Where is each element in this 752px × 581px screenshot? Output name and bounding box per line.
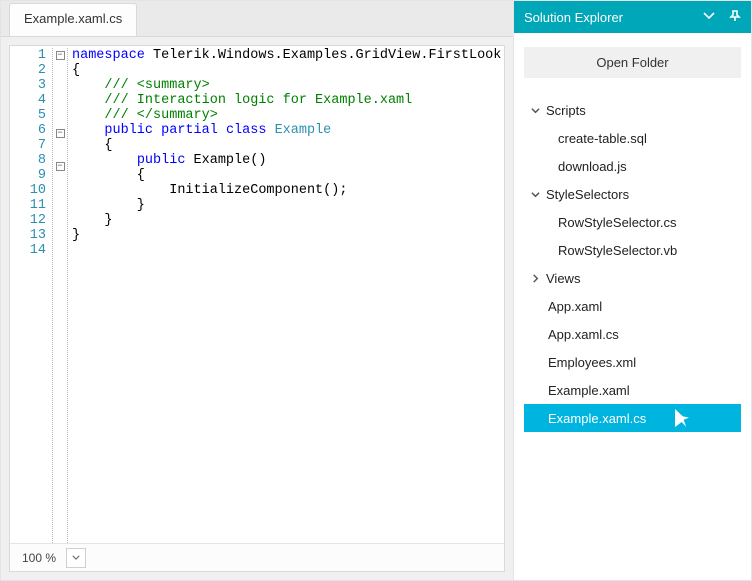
editor-panel: Example.xaml.cs 1234567891011121314 −−− … [1,1,514,580]
pin-icon [729,10,741,22]
line-number: 8 [10,153,46,168]
code-line[interactable]: { [72,63,501,78]
code-line[interactable]: InitializeComponent(); [72,183,501,198]
fold-gutter[interactable]: − − − [52,48,68,543]
zoom-dropdown-button[interactable] [66,548,86,568]
collapse-panel-button[interactable] [703,10,715,25]
chevron-down-icon [72,555,80,560]
code-line[interactable]: /// Interaction logic for Example.xaml [72,93,501,108]
solution-explorer-body: Open Folder Scripts create-table.sql downl… [514,33,751,580]
line-number: 7 [10,138,46,153]
editor-footer: 100 % [10,543,504,571]
line-number: 13 [10,228,46,243]
tree-file[interactable]: Example.xaml.cs [524,404,741,432]
editor-tabstrip: Example.xaml.cs [1,1,513,37]
pin-panel-button[interactable] [729,10,741,25]
tree-file[interactable]: RowStyleSelector.vb [524,236,741,264]
code-area[interactable]: 1234567891011121314 −−− namespace Teleri… [10,46,504,543]
line-number: 1 [10,48,46,63]
tree-item-label: RowStyleSelector.cs [558,215,677,230]
tree-item-label: download.js [558,159,627,174]
fold-toggle[interactable]: − [56,162,65,171]
tree-file[interactable]: Employees.xml [524,348,741,376]
editor-tab[interactable]: Example.xaml.cs [9,3,137,36]
code-line[interactable]: public partial class Example [72,123,501,138]
code-line[interactable]: /// </summary> [72,108,501,123]
tree-file[interactable]: App.xaml [524,292,741,320]
tree-item-label: Employees.xml [548,355,636,370]
code-line[interactable]: namespace Telerik.Windows.Examples.GridV… [72,48,501,63]
tree-item-label: Example.xaml.cs [548,411,646,426]
code-line[interactable]: { [72,138,501,153]
line-number: 3 [10,78,46,93]
line-number: 12 [10,213,46,228]
code-line[interactable] [72,243,501,258]
tree-item-label: Example.xaml [548,383,630,398]
chevron-down-icon[interactable] [528,106,542,115]
line-number: 11 [10,198,46,213]
solution-explorer-header: Solution Explorer [514,1,751,33]
tree-item-label: Scripts [546,103,586,118]
tree-file[interactable]: download.js [524,152,741,180]
tree-file[interactable]: Example.xaml [524,376,741,404]
line-number: 2 [10,63,46,78]
tree-file[interactable]: RowStyleSelector.cs [524,208,741,236]
code-line[interactable]: public Example() [72,153,501,168]
code-line[interactable]: } [72,228,501,243]
open-folder-button[interactable]: Open Folder [524,47,741,78]
fold-toggle[interactable]: − [56,51,65,60]
editor-body: 1234567891011121314 −−− namespace Teleri… [9,45,505,572]
tree-item-label: RowStyleSelector.vb [558,243,677,258]
chevron-down-icon [703,10,715,22]
app-root: Example.xaml.cs 1234567891011121314 −−− … [0,0,752,581]
tree-item-label: App.xaml [548,299,602,314]
solution-explorer-title: Solution Explorer [524,10,623,25]
tree-item-label: create-table.sql [558,131,647,146]
line-number-gutter: 1234567891011121314 [10,48,52,543]
line-number: 10 [10,183,46,198]
tree-file[interactable]: App.xaml.cs [524,320,741,348]
tree-folder[interactable]: StyleSelectors [524,180,741,208]
solution-explorer-panel: Solution Explorer Open Folder Scripts cre… [514,1,751,580]
code-line[interactable]: } [72,198,501,213]
zoom-level: 100 % [16,549,62,567]
code-lines[interactable]: namespace Telerik.Windows.Examples.GridV… [68,48,501,543]
fold-toggle[interactable]: − [56,129,65,138]
tree-item-label: App.xaml.cs [548,327,619,342]
tree-folder[interactable]: Scripts [524,96,741,124]
line-number: 9 [10,168,46,183]
line-number: 14 [10,243,46,258]
tree-folder[interactable]: Views [524,264,741,292]
line-number: 4 [10,93,46,108]
line-number: 6 [10,123,46,138]
tree-item-label: StyleSelectors [546,187,629,202]
code-line[interactable]: { [72,168,501,183]
line-number: 5 [10,108,46,123]
code-line[interactable]: /// <summary> [72,78,501,93]
chevron-right-icon[interactable] [528,274,542,283]
code-line[interactable]: } [72,213,501,228]
file-tree: Scripts create-table.sql download.js StyleS… [524,96,741,432]
chevron-down-icon[interactable] [528,190,542,199]
tree-file[interactable]: create-table.sql [524,124,741,152]
tree-item-label: Views [546,271,580,286]
